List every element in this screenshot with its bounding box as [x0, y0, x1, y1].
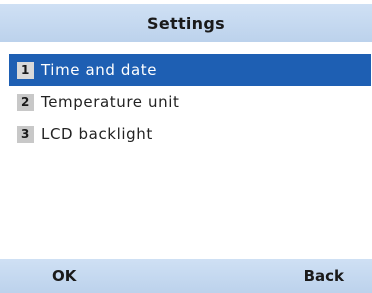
- menu-item-lcd-backlight[interactable]: 3 LCD backlight: [9, 118, 371, 150]
- title-bar: Settings: [0, 4, 372, 42]
- menu-item-number-badge: 1: [17, 61, 34, 79]
- back-softkey[interactable]: Back: [304, 259, 344, 293]
- menu-item-label: Temperature unit: [41, 93, 180, 111]
- softkey-bar: OK Back: [0, 259, 372, 293]
- ok-softkey[interactable]: OK: [52, 259, 76, 293]
- menu-item-label: LCD backlight: [41, 125, 153, 143]
- settings-screen: Settings 1 Time and date 2 Temperature u…: [0, 0, 372, 293]
- menu-item-label: Time and date: [41, 61, 158, 79]
- settings-menu: 1 Time and date 2 Temperature unit 3 LCD…: [9, 54, 371, 150]
- menu-item-number-badge: 3: [17, 125, 34, 143]
- menu-item-number-badge: 2: [17, 93, 34, 111]
- menu-item-temperature-unit[interactable]: 2 Temperature unit: [9, 86, 371, 118]
- page-title: Settings: [147, 13, 225, 33]
- menu-item-time-and-date[interactable]: 1 Time and date: [9, 54, 371, 86]
